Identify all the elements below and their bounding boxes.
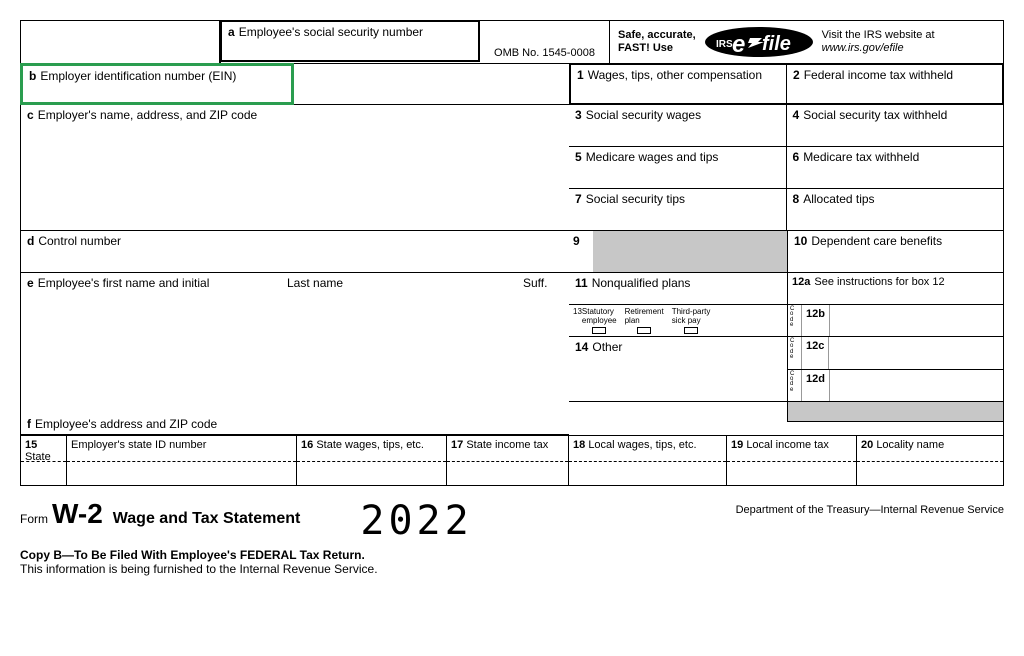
checkbox-retirement[interactable] <box>637 327 651 334</box>
svg-text:e: e <box>732 31 745 58</box>
box-b: bEmployer identification number (EIN) <box>20 63 294 105</box>
box-15-ein: Employer's state ID number <box>67 436 297 485</box>
box-15-state: 15 State <box>21 436 67 485</box>
checkbox-sickpay[interactable] <box>684 327 698 334</box>
header-row: aEmployee's social security number OMB N… <box>20 20 1004 64</box>
efile-safe: Safe, accurate, <box>618 29 696 42</box>
box-a-label: Employee's social security number <box>239 25 423 39</box>
box-12a: 12aSee instructions for box 12 <box>787 273 1003 304</box>
box-12d: C o d e 12d <box>788 370 1003 402</box>
box-13: 13 Statutory employee Retirement plan Th… <box>569 305 787 336</box>
box-c-label: Employer's name, address, and ZIP code <box>38 108 258 122</box>
box-14: 14Other <box>569 337 787 401</box>
header-blank <box>21 21 221 63</box>
svg-text:file: file <box>762 33 791 55</box>
box-b-label: Employer identification number (EIN) <box>40 69 236 83</box>
efile-logo-icon: IRS e file <box>704 26 814 58</box>
gray-strip <box>787 402 1003 422</box>
box-f-label: Employee's address and ZIP code <box>35 417 217 431</box>
box-1: 1Wages, tips, other compensation <box>571 65 787 103</box>
tax-year: 2022 <box>360 498 472 544</box>
box-8: 8Allocated tips <box>787 189 1004 230</box>
box-17: 17 State income tax <box>447 436 569 485</box>
box-d-label: Control number <box>38 234 121 248</box>
box-a: aEmployee's social security number <box>220 20 480 62</box>
box-2: 2Federal income tax withheld <box>787 65 1002 103</box>
box-3: 3Social security wages <box>569 105 787 146</box>
box-f: fEmployee's address and ZIP code <box>27 290 563 431</box>
copy-b-section: Copy B—To Be Filed With Employee's FEDER… <box>20 548 1004 576</box>
right-column: 1Wages, tips, other compensation 2Federa… <box>569 64 1003 435</box>
box-9: 9 <box>569 231 787 272</box>
department-line: Department of the Treasury—Internal Reve… <box>533 498 1004 516</box>
box-19: 19 Local income tax <box>727 436 857 485</box>
box-18: 18 Local wages, tips, etc. <box>569 436 727 485</box>
omb-number: OMB No. 1545-0008 <box>480 21 610 63</box>
box-16: 16 State wages, tips, etc. <box>297 436 447 485</box>
box-10: 10Dependent care benefits <box>787 231 1003 272</box>
state-local-row: 15 State Employer's state ID number 16 S… <box>20 436 1004 486</box>
box-5: 5Medicare wages and tips <box>569 147 787 188</box>
furnish-line: This information is being furnished to t… <box>20 562 1004 576</box>
w2-form: aEmployee's social security number OMB N… <box>20 20 1004 576</box>
left-column: bEmployer identification number (EIN) cE… <box>21 64 569 435</box>
box-7: 7Social security tips <box>569 189 787 230</box>
svg-text:IRS: IRS <box>716 39 733 50</box>
box-c: cEmployer's name, address, and ZIP code <box>21 105 569 231</box>
form-footer: Form W-2 Wage and Tax Statement 2022 Dep… <box>20 498 1004 544</box>
main-grid: bEmployer identification number (EIN) cE… <box>20 64 1004 436</box>
efile-fast: FAST! Use <box>618 42 696 55</box>
box-e-firstname: Employee's first name and initial <box>38 276 210 290</box>
box-12c: C o d e 12c <box>788 337 1003 370</box>
box-4: 4Social security tax withheld <box>787 105 1004 146</box>
form-word: Form <box>20 512 48 526</box>
box-11: 11Nonqualified plans <box>569 273 787 304</box>
form-number: W-2 <box>52 498 103 530</box>
box-20: 20 Locality name <box>857 436 1003 485</box>
efile-section: Safe, accurate, FAST! Use IRS e file Vis… <box>610 21 1003 63</box>
efile-url: www.irs.gov/efile <box>822 42 935 55</box>
copy-b-title: Copy B—To Be Filed With Employee's FEDER… <box>20 548 1004 562</box>
checkbox-statutory[interactable] <box>592 327 606 334</box>
box-12b: C o d e 12b <box>787 305 1003 336</box>
form-title: Wage and Tax Statement <box>113 510 301 528</box>
box-6: 6Medicare tax withheld <box>787 147 1004 188</box>
efile-visit: Visit the IRS website at <box>822 29 935 42</box>
box-e: eEmployee's first name and initial Last … <box>21 273 569 435</box>
box-e-lastname: Last name <box>287 276 523 290</box>
box-e-suffix: Suff. <box>523 276 563 290</box>
box-d: dControl number <box>21 231 569 273</box>
